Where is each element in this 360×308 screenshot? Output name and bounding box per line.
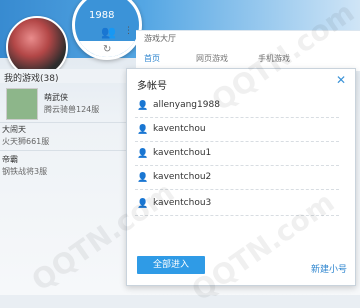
game-name: 帝霸 [2,155,18,164]
divider [0,150,126,151]
game-row[interactable]: 帝霸 钢铁战将3服 [0,154,126,178]
tab-home[interactable]: 首页 [144,53,160,64]
hall-title: 游戏大厅 [144,34,176,43]
game-server: 钢铁战将3服 [2,167,48,176]
popup-title: 多帐号 [137,81,167,92]
my-games-header[interactable]: 我的游戏(38) [0,69,126,84]
game-server: 腾云骑兽124服 [44,105,100,114]
user-icon: 👤 [137,149,149,159]
tab-web-games[interactable]: 网页游戏 [196,53,228,64]
divider [0,122,126,123]
user-icon: 👤 [137,173,149,183]
lens-username: 1988 [89,10,115,21]
game-thumbnail [6,88,38,120]
account-name: kaventchou1 [153,148,212,158]
account-name: kaventchou [153,124,206,134]
user-icon: 👤 [137,101,149,111]
account-item[interactable]: 👤 kaventchou [135,121,339,142]
enter-all-button[interactable]: 全部进入 [137,256,205,274]
new-account-link[interactable]: 新建小号 [311,262,347,275]
game-server: 火天狮661服 [2,137,50,146]
close-icon[interactable]: ✕ [336,73,346,87]
user-icon: 👤 [137,125,149,135]
game-name: 大闹天 [2,125,26,134]
refresh-icon[interactable]: ↻ [103,44,111,55]
multi-account-icon[interactable]: 👥 [101,25,116,39]
game-row[interactable]: 大闹天 火天狮661服 [0,124,126,148]
game-row[interactable]: 萌武侠 腾云骑兽124服 [0,86,126,122]
account-item[interactable]: 👤 kaventchou1 [135,145,339,166]
account-name: allenyang1988 [153,100,220,110]
more-icon[interactable]: ⋮ [124,26,133,36]
my-games-label: 我的游戏(38) [4,74,59,84]
game-name: 萌武侠 [44,93,68,102]
